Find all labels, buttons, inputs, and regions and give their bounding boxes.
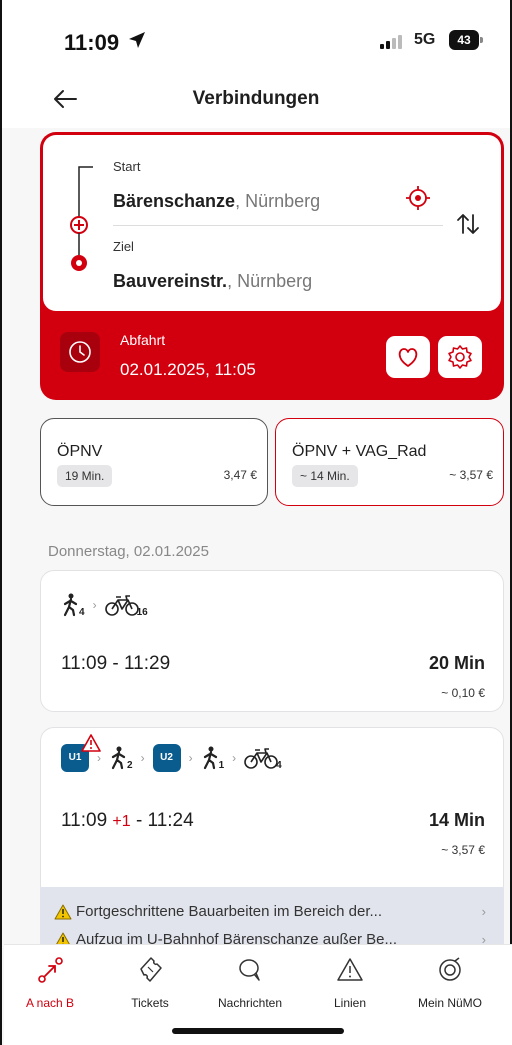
home-indicator [172,1028,344,1034]
chat-bubble-icon [239,959,260,981]
connection-duration: 20 Min [428,653,485,673]
tab-a-nach-b[interactable]: A nach B [0,955,100,1010]
settings-button[interactable] [438,336,482,378]
mode-duration: 19 Min. [57,465,113,487]
page-title: Verbindungen [192,88,320,109]
dest-name: Bauvereinstr. [113,271,228,291]
mode-price: ~ 3,57 € [449,468,493,482]
swap-icon[interactable] [455,211,481,237]
bike-icon [104,595,139,616]
mode-duration: ~ 14 Min. [292,465,358,487]
dest-field[interactable]: Bauvereinstr., Nürnberg [113,271,312,292]
tab-label: Nachrichten [217,996,283,1010]
connection-price: ~ 0,10 € [441,686,485,700]
warning-icon [81,734,101,752]
chevron-right-icon: › [481,904,486,919]
walk-icon [111,746,126,770]
dest-city: , Nürnberg [227,271,313,291]
route-a-to-b-icon [38,957,63,983]
walk-icon [203,746,217,770]
leg-icons: 4 › 16 [61,587,148,623]
walk-icon [63,593,78,617]
connection-card[interactable]: 4 › 16 11:09 - 11:29 20 Min ~ 0,10 € [40,570,504,712]
chevron-right-icon: › [232,751,237,765]
leg-icons: U1 › 2 › U2 › 1 › 4 [61,734,282,776]
walk-minutes: 2 [127,759,133,771]
tab-label: Mein NüMO [417,996,482,1010]
alert-text: Fortgeschrittene Bauarbeiten im Bereich … [76,903,382,920]
connection-duration: 14 Min [428,810,485,830]
signal-icon [380,35,402,49]
alert-item[interactable]: Fortgeschrittene Bauarbeiten im Bereich … [54,903,494,920]
bike-minutes: 16 [136,606,148,618]
profile-ring-icon [439,957,461,981]
battery-icon: 43 [449,30,483,50]
start-field[interactable]: Bärenschanze, Nürnberg [113,191,320,212]
tab-mein-nuemo[interactable]: Mein NüMO [400,955,500,1010]
chevron-right-icon: › [188,751,193,765]
tab-nachrichten[interactable]: Nachrichten [200,955,300,1010]
nav-bar: Verbindungen [2,78,510,128]
route-inputs: Start Bärenschanze, Nürnberg Ziel Bauver… [43,135,501,311]
connection-time: 11:09 - 11:29 [61,653,171,674]
locate-icon[interactable] [405,185,431,211]
time-start: 11:09 [61,810,108,831]
status-bar: 11:09 5G 43 [2,0,510,78]
route-card: Start Bärenschanze, Nürnberg Ziel Bauver… [40,132,504,400]
departure-value[interactable]: 02.01.2025, 11:05 [120,360,256,380]
chevron-right-icon: › [97,751,101,765]
phone-screen: 11:09 5G 43 Verbindungen Start Bärenscha… [0,0,512,1045]
line-label: U2 [160,752,173,763]
route-line-icon [70,166,93,271]
time-end: - 11:24 [130,810,194,831]
start-label: Start [113,159,141,174]
walk-minutes: 1 [218,759,225,771]
bike-icon [244,748,278,769]
mode-price: 3,47 € [223,468,257,482]
tab-label: Tickets [131,996,169,1010]
chevron-right-icon: › [92,598,97,612]
walk-minutes: 4 [79,606,85,618]
favorite-button[interactable] [386,336,430,378]
tab-label: A nach B [25,996,75,1010]
status-time: 11:09 [64,30,120,55]
start-city: , Nürnberg [235,191,321,211]
start-name: Bärenschanze [113,191,236,211]
warning-icon [54,904,72,919]
network-type: 5G [414,31,436,48]
bike-minutes: 4 [276,759,282,771]
chevron-right-icon: › [140,751,145,765]
tab-linien[interactable]: Linien [300,955,400,1010]
date-header: Donnerstag, 02.01.2025 [48,543,209,560]
line-badge-u1: U1 [61,734,101,772]
dest-label: Ziel [113,239,134,254]
mode-name: ÖPNV [57,443,103,460]
departure-label: Abfahrt [120,332,166,348]
ticket-icon [140,957,162,982]
connection-time: 11:09 +1 - 11:24 [61,810,194,832]
location-arrow-icon [129,32,145,48]
mode-option-oepnv-rad[interactable]: ÖPNV + VAG_Rad ~ 14 Min. ~ 3,57 € [275,418,504,506]
mode-option-oepnv[interactable]: ÖPNV 19 Min. 3,47 € [40,418,268,506]
gear-icon [448,345,472,369]
mode-name: ÖPNV + VAG_Rad [292,443,427,460]
divider [113,225,443,226]
tab-label: Linien [333,996,367,1010]
heart-icon [398,348,418,367]
connection-price: ~ 3,57 € [441,843,485,857]
warning-triangle-icon [337,958,363,981]
tab-tickets[interactable]: Tickets [100,955,200,1010]
delay-badge: +1 [112,813,131,830]
clock-icon[interactable] [60,332,100,372]
line-badge-u2: U2 [152,744,181,772]
line-label: U1 [68,752,82,763]
